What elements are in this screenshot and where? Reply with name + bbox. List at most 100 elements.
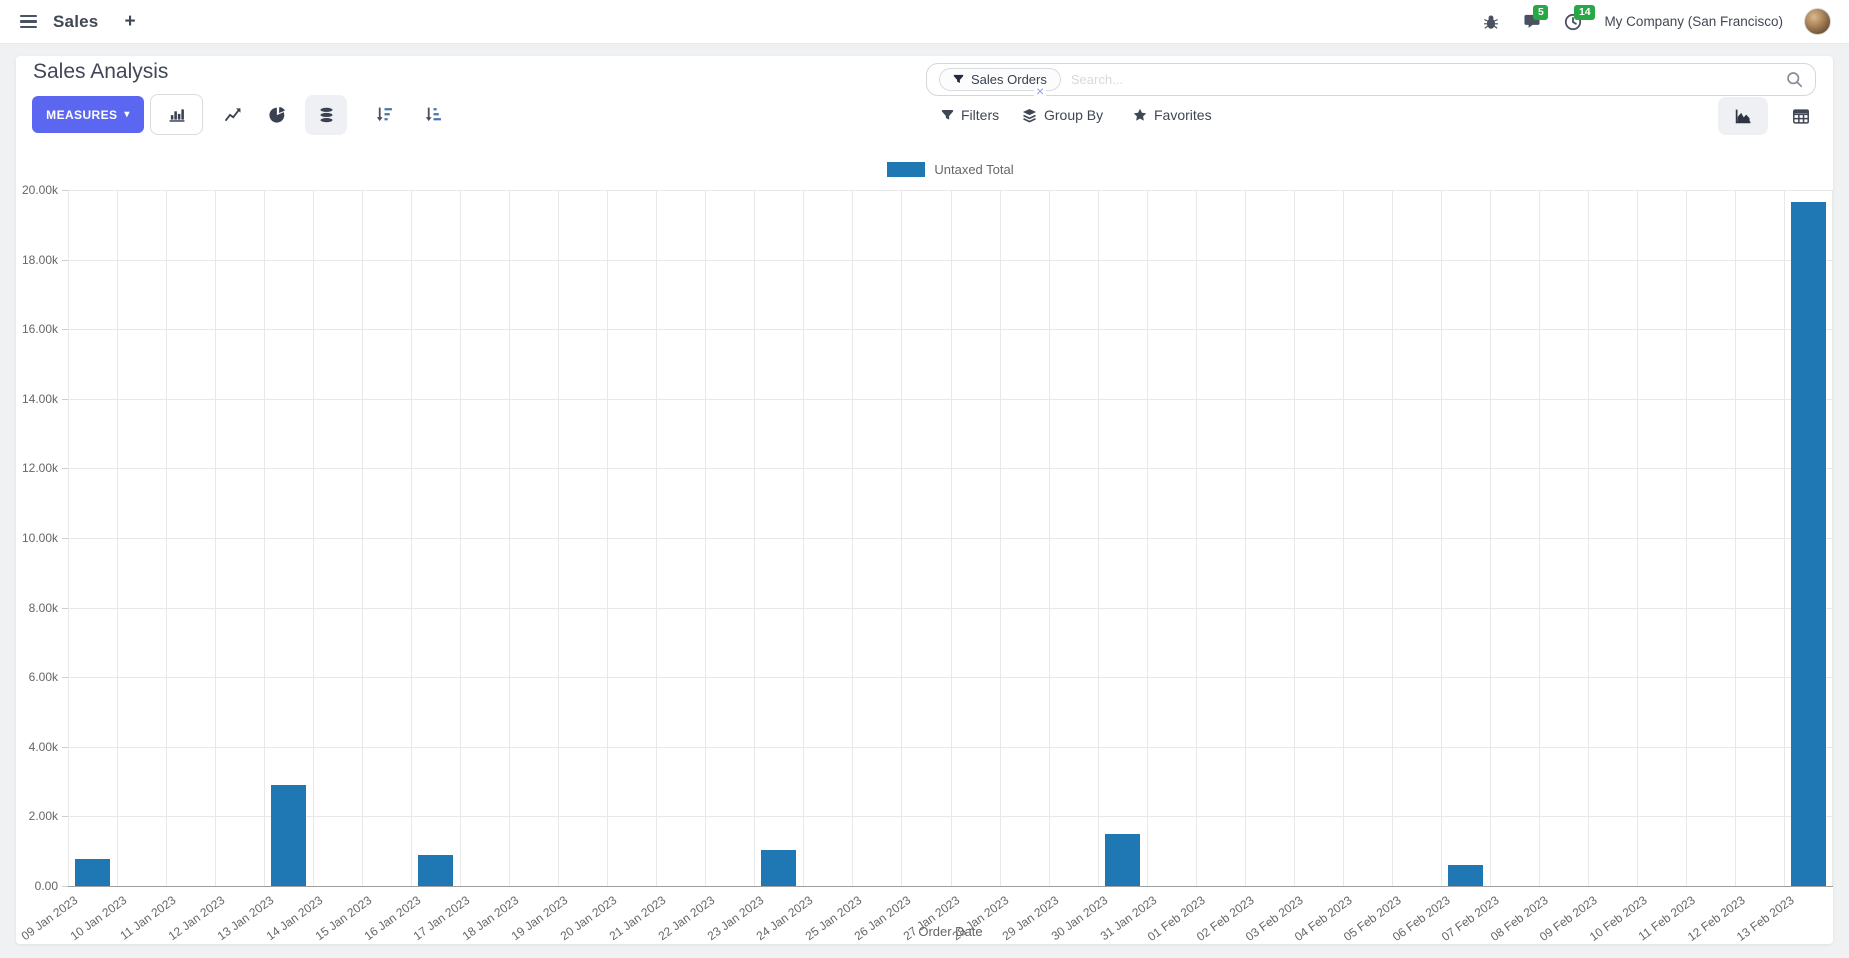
gridline [313, 190, 315, 886]
legend-label: Untaxed Total [934, 162, 1014, 177]
messages-badge: 5 [1533, 4, 1549, 20]
content-card: Sales Analysis MEASURES ▾ Sales Orders S… [16, 56, 1833, 944]
gridline [1538, 190, 1540, 886]
bar-23-jan-2023[interactable] [761, 849, 797, 886]
apps-menu-icon[interactable] [18, 11, 39, 33]
favorites-menu[interactable]: Favorites [1133, 100, 1212, 130]
debug-bug-icon[interactable] [1481, 12, 1501, 32]
facet-remove-icon[interactable]: × [1034, 84, 1047, 98]
gridline [1734, 190, 1736, 886]
gridline [68, 190, 69, 886]
search-input[interactable] [1070, 72, 1786, 87]
gridline [1685, 190, 1687, 886]
y-tick-label: 0.00 [34, 879, 58, 893]
messages-icon[interactable]: 5 [1522, 4, 1549, 32]
gridline [1587, 190, 1589, 886]
activities-badge: 14 [1574, 4, 1596, 20]
search-bar[interactable]: Sales Orders [926, 63, 1816, 96]
gridline [117, 190, 119, 886]
y-tick-label: 20.00k [21, 183, 58, 197]
pie-chart-button[interactable] [256, 96, 298, 133]
plus-icon[interactable]: + [124, 11, 135, 33]
y-tick-label: 2.00k [28, 809, 58, 824]
y-tick-label: 10.00k [21, 531, 58, 545]
gridline [1146, 190, 1148, 886]
y-tick-label: 4.00k [28, 739, 58, 754]
top-navbar: Sales + 5 14 My Company (San Francisco) [0, 0, 1849, 44]
gridline [803, 190, 805, 886]
plot-area: 09 Jan 2023 10 Jan 2023 11 Jan 2023 12 Jan … [19, 183, 1833, 944]
measures-button[interactable]: MEASURES ▾ [32, 96, 144, 133]
y-tick-label: 8.00k [28, 600, 58, 615]
gridline [1832, 190, 1833, 886]
app-name[interactable]: Sales [53, 12, 98, 32]
gridline [1293, 190, 1295, 886]
gridline [1342, 190, 1344, 886]
chart-legend[interactable]: Untaxed Total [68, 162, 1833, 177]
legend-swatch [887, 162, 926, 177]
bar-13-feb-2023[interactable] [1790, 202, 1826, 886]
filter-funnel-icon [941, 109, 954, 120]
bar-30-jan-2023[interactable] [1104, 833, 1140, 886]
y-tick-label: 16.00k [21, 322, 58, 337]
search-icon[interactable] [1786, 71, 1803, 88]
bar-13-jan-2023[interactable] [271, 785, 307, 886]
bar-16-jan-2023[interactable] [418, 854, 454, 886]
x-axis-title: Order Date [918, 924, 983, 939]
gridline [1195, 190, 1197, 886]
gridline [1783, 190, 1785, 886]
group-by-menu[interactable]: Group By [1022, 100, 1103, 130]
gridline [411, 190, 413, 886]
stacked-button[interactable] [305, 95, 347, 135]
chevron-down-icon: ▾ [124, 108, 130, 120]
gridline [509, 190, 511, 886]
gridline [264, 190, 266, 886]
stacked-database-icon [318, 106, 334, 124]
line-chart-button[interactable] [212, 96, 254, 133]
pivot-table-icon [1793, 108, 1809, 124]
gridline [1636, 190, 1638, 886]
sort-descending-icon [376, 107, 392, 122]
bar-chart-button[interactable] [150, 94, 203, 135]
graph-view-button[interactable] [1718, 97, 1768, 135]
pivot-view-button[interactable] [1776, 97, 1826, 135]
gridline [901, 190, 903, 886]
gridline [1244, 190, 1246, 886]
activities-clock-icon[interactable]: 14 [1563, 4, 1596, 32]
layers-icon [1022, 108, 1037, 122]
gridline [950, 190, 952, 886]
gridline [1391, 190, 1393, 886]
filters-label: Filters [961, 107, 1000, 123]
y-tick-label: 18.00k [21, 252, 58, 267]
gridline [1489, 190, 1491, 886]
line-chart-icon [224, 108, 241, 122]
sort-ascending-button[interactable] [412, 96, 454, 133]
bar-09-jan-2023[interactable] [75, 858, 110, 886]
gridline [215, 190, 217, 886]
y-tick-label: 14.00k [21, 391, 58, 406]
gridline [754, 190, 756, 886]
bar-chart-icon [169, 109, 184, 122]
y-tick-label: 6.00k [28, 670, 58, 685]
group-by-label: Group By [1044, 107, 1104, 123]
x-axis-line [68, 886, 1833, 887]
pie-chart-icon [268, 106, 285, 123]
bar-06-feb-2023[interactable] [1447, 865, 1483, 886]
gridline [705, 190, 707, 886]
sort-descending-button[interactable] [363, 96, 405, 133]
gridline [362, 190, 364, 886]
gridline [1097, 190, 1099, 886]
gridline [1440, 190, 1442, 886]
y-tick-label: 12.00k [21, 461, 58, 476]
navbar-left: Sales + [18, 11, 136, 33]
sort-ascending-icon [425, 107, 441, 122]
gridline [656, 190, 658, 886]
area-chart-icon [1735, 109, 1751, 123]
company-name[interactable]: My Company (San Francisco) [1604, 14, 1783, 29]
user-avatar[interactable] [1804, 8, 1831, 35]
filters-menu[interactable]: Filters [941, 100, 999, 130]
filter-funnel-icon [953, 74, 964, 83]
measures-label: MEASURES [46, 107, 118, 122]
star-icon [1133, 108, 1147, 121]
gridline [852, 190, 854, 886]
